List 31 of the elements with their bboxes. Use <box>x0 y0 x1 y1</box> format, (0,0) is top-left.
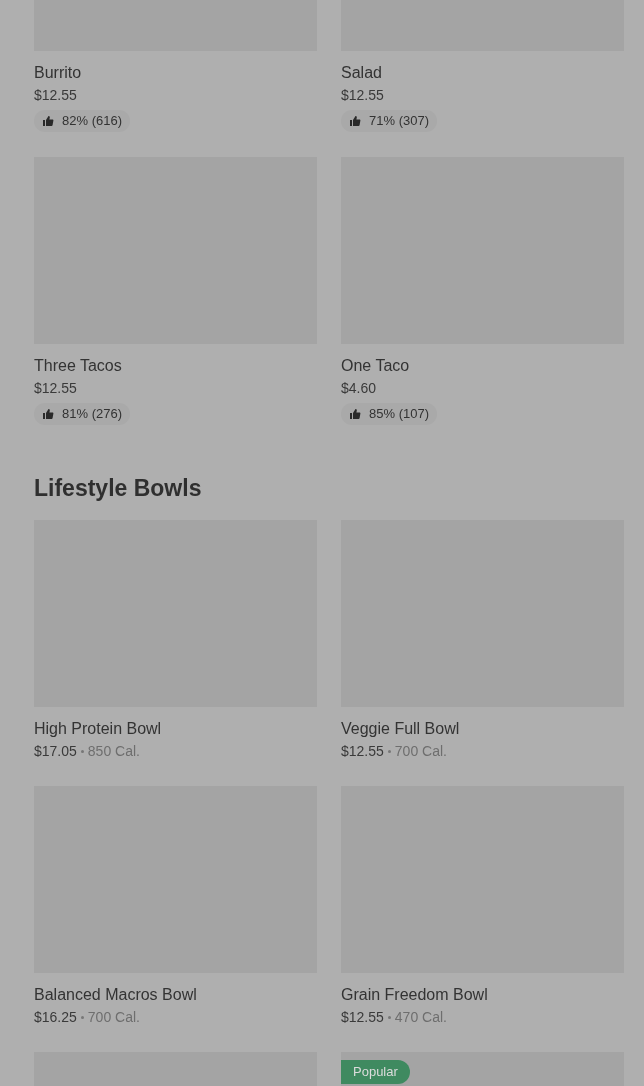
item-price: $12.55 <box>34 379 78 398</box>
image-placeholder[interactable]: Popular <box>341 1052 624 1086</box>
section-title: Lifestyle Bowls <box>34 474 203 503</box>
item-name[interactable]: One Taco <box>341 355 624 377</box>
item-name[interactable]: Burrito <box>34 62 317 84</box>
rating-text: 82% (616) <box>62 112 122 131</box>
item-calories: 850 Cal. <box>87 742 140 761</box>
thumbs-up-icon <box>349 408 361 420</box>
rating-text: 81% (276) <box>62 405 122 424</box>
item-price: $12.55 <box>34 86 78 105</box>
item-price: $12.55 <box>341 742 384 761</box>
thumbs-up-icon <box>42 115 54 127</box>
item-calories: 470 Cal. <box>394 1008 447 1027</box>
rating-text: 85% (107) <box>369 405 429 424</box>
item-name[interactable]: Veggie Full Bowl <box>341 718 624 740</box>
item-calories: 700 Cal. <box>87 1008 140 1027</box>
item-name[interactable]: Grain Freedom Bowl <box>341 984 624 1006</box>
item-price: $4.60 <box>341 379 378 398</box>
item-calories: 700 Cal. <box>394 742 447 761</box>
item-name[interactable]: High Protein Bowl <box>34 718 317 740</box>
rating-text: 71% (307) <box>369 112 429 131</box>
item-price: $12.55 <box>341 86 385 105</box>
item-name[interactable]: Balanced Macros Bowl <box>34 984 317 1006</box>
item-name[interactable]: Three Tacos <box>34 355 317 377</box>
thumbs-up-icon <box>349 115 361 127</box>
item-name[interactable]: Salad <box>341 62 624 84</box>
item-price: $16.25 <box>34 1008 77 1027</box>
item-price: $17.05 <box>34 742 77 761</box>
thumbs-up-icon <box>42 408 54 420</box>
item-price: $12.55 <box>341 1008 384 1027</box>
popular-badge: Popular <box>341 1060 410 1084</box>
